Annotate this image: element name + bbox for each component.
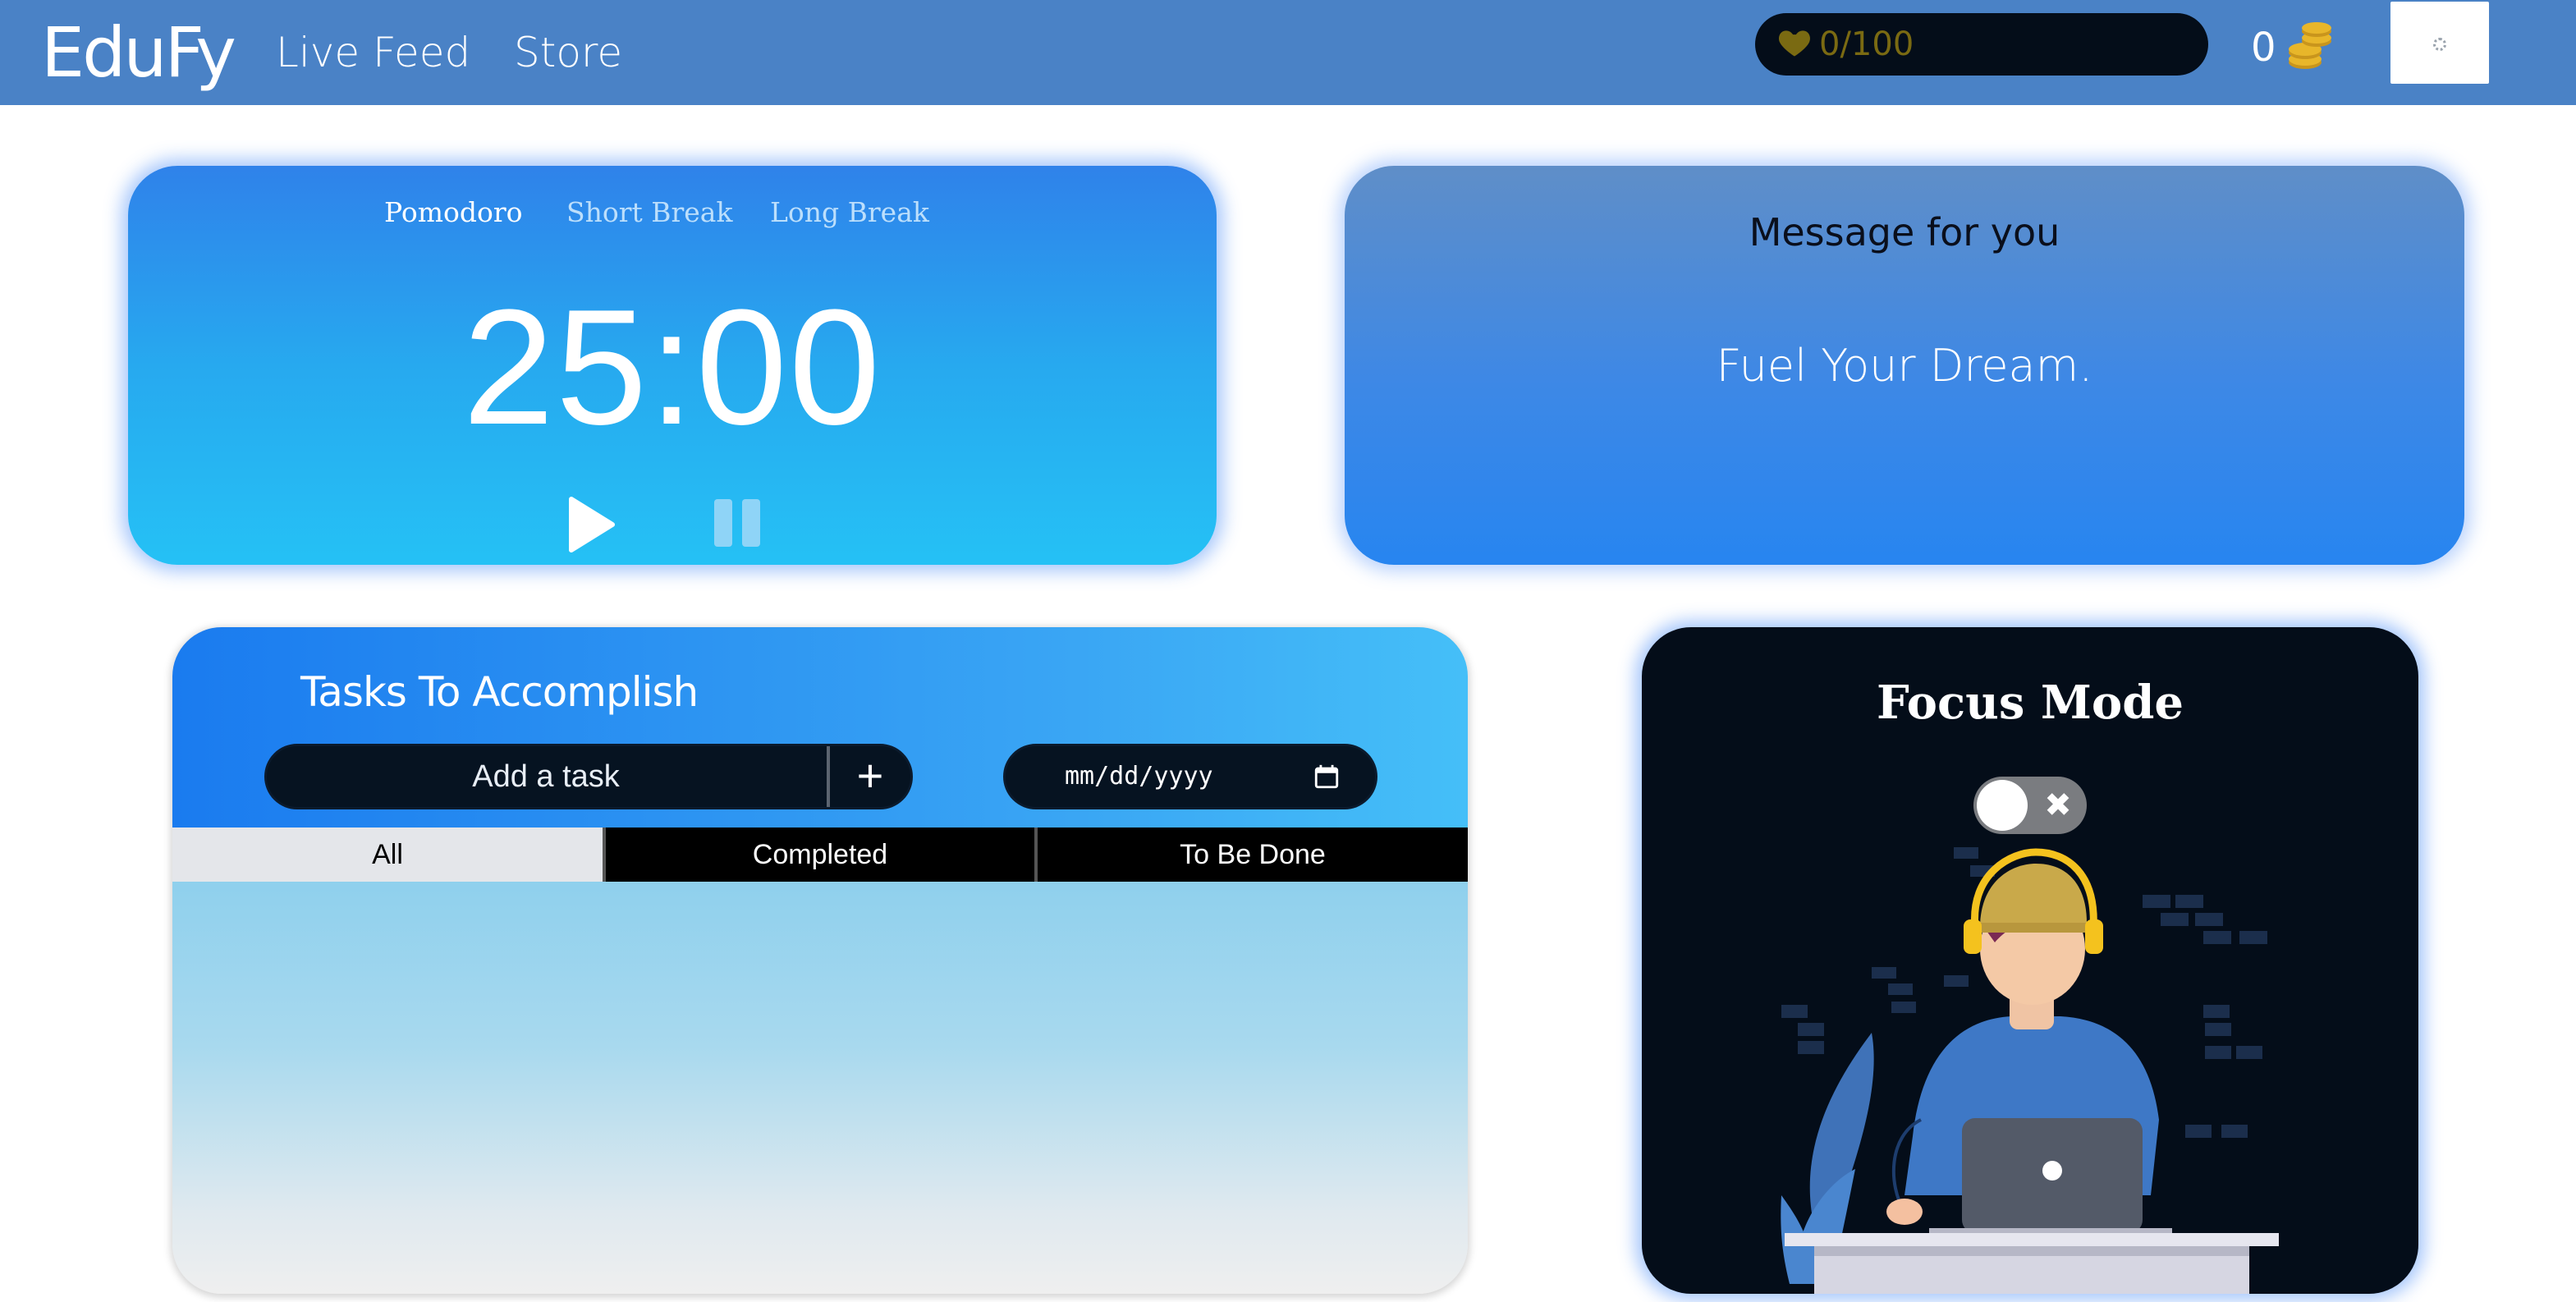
date-placeholder: mm/dd/yyyy [1065,762,1213,791]
top-navbar: EduFy Live Feed Store 0/100 0 [0,0,2576,105]
heart-icon [1779,30,1810,57]
pause-icon[interactable] [713,497,763,548]
message-quote: Fuel Your Dream. [1716,340,2093,392]
message-card: Message for you Fuel Your Dream. [1345,166,2464,565]
tab-pomodoro[interactable]: Pomodoro [384,192,523,233]
add-task-button[interactable]: + [830,746,910,807]
focus-mode-card: Focus Mode ✖ [1642,627,2418,1294]
filter-to-be-done-button[interactable]: To Be Done [1038,828,1468,882]
task-filter-tabs: All Completed To Be Done [172,828,1468,882]
tab-short-break[interactable]: Short Break [566,192,732,233]
filter-completed-button[interactable]: Completed [606,828,1034,882]
play-icon[interactable] [560,494,621,555]
calendar-icon[interactable] [1313,763,1341,791]
loading-spinner-icon [2433,38,2446,51]
task-input-group: + [264,744,913,809]
close-icon: ✖ [2044,786,2072,824]
filter-all-button[interactable]: All [172,828,603,882]
pomodoro-card: Pomodoro Short Break Long Break 25:00 [128,166,1217,565]
nav-link-store[interactable]: Store [514,16,622,89]
tasks-card: Tasks To Accomplish + mm/dd/yyyy All Com… [172,627,1468,1294]
timer-display: 25:00 [462,276,882,459]
coins-icon [2289,22,2331,69]
tab-long-break[interactable]: Long Break [770,192,929,233]
message-title: Message for you [1749,210,2060,254]
health-bar: 0/100 [1755,13,2208,76]
focus-mode-toggle[interactable]: ✖ [1973,777,2087,834]
user-avatar[interactable] [2390,2,2489,84]
nav-link-live-feed[interactable]: Live Feed [276,16,470,89]
task-list [172,882,1468,1294]
health-value: 0/100 [1819,25,1914,63]
tasks-title: Tasks To Accomplish [300,668,699,716]
focus-mode-title: Focus Mode [1876,676,2184,730]
person-with-headphones-illustration [1781,847,2279,1294]
brand-logo[interactable]: EduFy [41,8,236,97]
task-input[interactable] [267,746,825,807]
due-date-input[interactable]: mm/dd/yyyy [1003,744,1377,809]
tasks-header: Tasks To Accomplish + mm/dd/yyyy [172,627,1468,828]
toggle-knob [1977,780,2028,831]
coin-count: 0 [2251,25,2276,71]
